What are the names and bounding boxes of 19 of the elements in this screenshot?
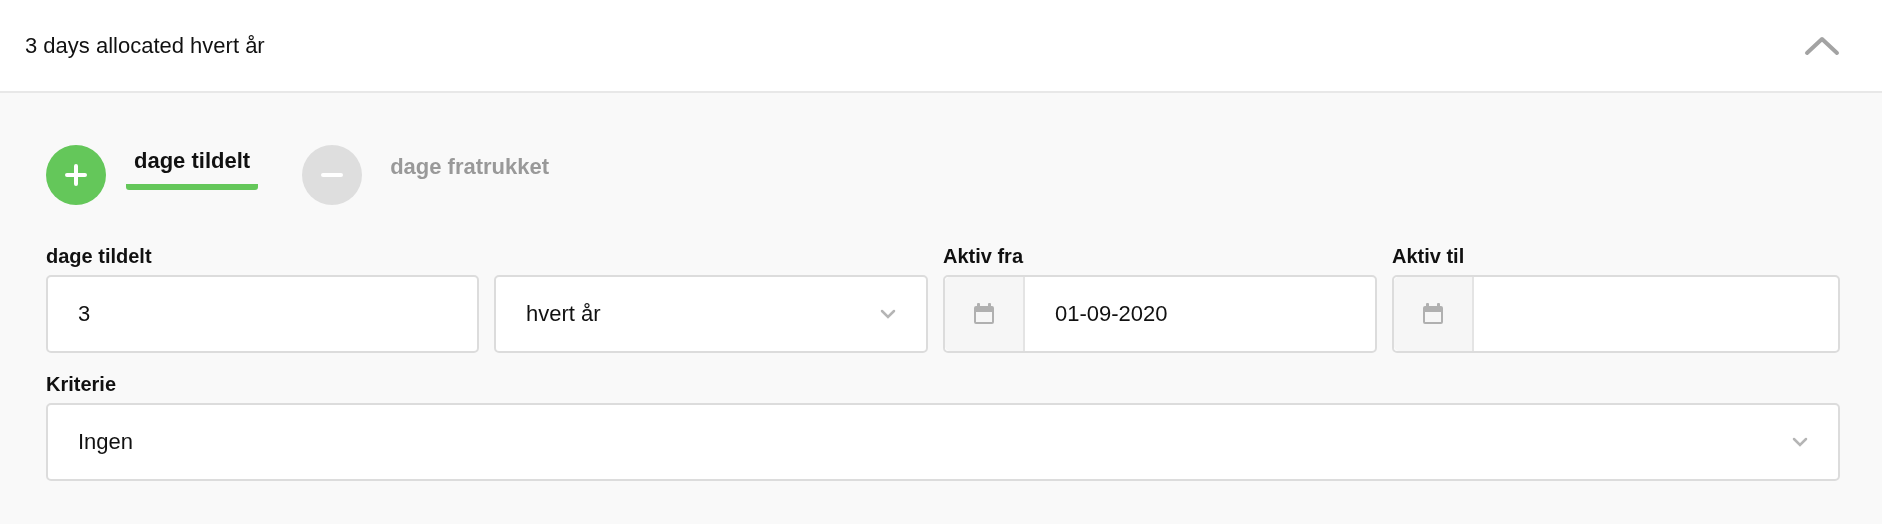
- section-title: 3 days allocated hvert år: [25, 32, 265, 59]
- field-label: Aktiv til: [1392, 244, 1466, 269]
- mode-tab[interactable]: dage tildelt: [126, 148, 259, 190]
- minus-icon[interactable]: [302, 145, 363, 205]
- input-field[interactable]: 3: [46, 275, 479, 353]
- field-label: Aktiv fra: [943, 244, 1025, 269]
- select-field[interactable]: hvert år: [494, 275, 928, 353]
- select-field[interactable]: Ingen: [46, 403, 1840, 481]
- field-label: dage tildelt: [46, 244, 153, 269]
- calendar-icon: [972, 303, 996, 325]
- caret-icon: [1792, 437, 1808, 447]
- caret-icon: [880, 309, 896, 319]
- plus-icon[interactable]: [46, 145, 106, 205]
- section-header[interactable]: 3 days allocated hvert år: [0, 0, 1882, 93]
- date-field[interactable]: 01-09-2020: [943, 275, 1377, 353]
- calendar-icon: [1421, 303, 1445, 325]
- collapse-chevron-icon[interactable]: [1804, 35, 1840, 56]
- field-label: Kriterie: [46, 372, 118, 397]
- date-field[interactable]: [1392, 275, 1840, 353]
